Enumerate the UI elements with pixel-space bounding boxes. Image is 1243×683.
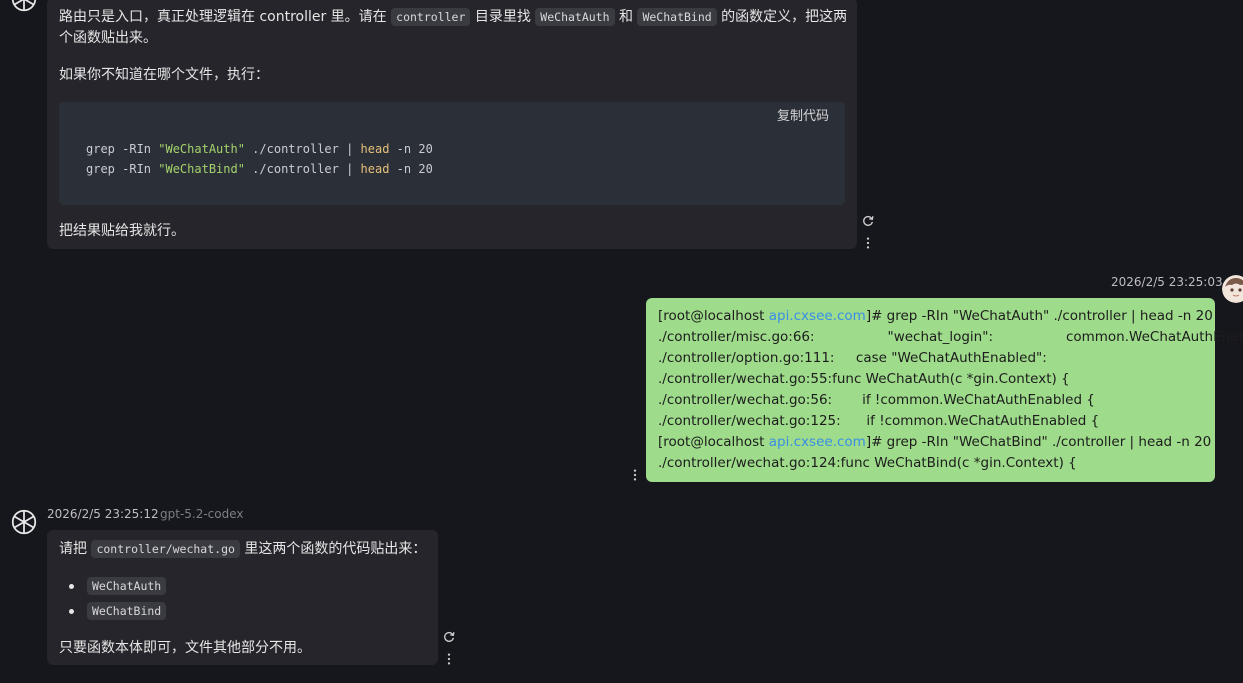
user-message-line: [root@localhost api.cxsee.com]# grep -RI… (658, 308, 1213, 324)
user-message: [root@localhost api.cxsee.com]# grep -RI… (646, 298, 1243, 482)
message-timestamp: 2026/2/5 23:25:12 (47, 507, 159, 521)
code-block: 复制代码 grep -RIn "WeChatAuth" ./controller… (59, 102, 845, 205)
text-segment: 路由只是入口，真正处理逻辑在 controller 里。请在 (59, 9, 392, 25)
list-item: WeChatAuth (69, 576, 167, 597)
inline-code: WeChatBind (87, 602, 167, 620)
message-paragraph: 把结果贴给我就行。 (59, 223, 185, 239)
user-message-line: [root@localhost api.cxsee.com]# grep -RI… (658, 434, 1212, 450)
inline-code: WeChatAuth (535, 8, 615, 26)
openai-logo-icon (11, 509, 37, 535)
more-vertical-icon[interactable] (861, 236, 875, 250)
assistant-message-1: 路由只是入口，真正处理逻辑在 controller 里。请在 controlle… (47, 0, 857, 249)
user-avatar-image (1222, 275, 1243, 303)
text-segment: 的函数定义，把这两 (716, 9, 848, 25)
message-paragraph: 个函数贴出来。 (59, 30, 157, 46)
list-item: WeChatBind (69, 601, 167, 622)
inline-code: controller/wechat.go (91, 540, 240, 558)
text-segment: 请把 (59, 541, 92, 557)
user-message-line: ./controller/option.go:111: case "WeChat… (658, 350, 1047, 366)
user-avatar[interactable] (1222, 275, 1243, 303)
inline-code: WeChatAuth (87, 577, 167, 595)
model-name: gpt-5.2-codex (160, 507, 244, 521)
user-message-line: ./controller/wechat.go:56: if !common.We… (658, 392, 1095, 408)
user-message-line: ./controller/wechat.go:124:func WeChatBi… (658, 455, 1077, 471)
regenerate-icon[interactable] (861, 214, 875, 228)
code-line: grep -RIn "WeChatBind" ./controller | he… (86, 162, 433, 176)
copy-code-button[interactable]: 复制代码 (777, 106, 829, 127)
hostname-link[interactable]: api.cxsee.com (769, 434, 866, 450)
chat-page: 路由只是入口，真正处理逻辑在 controller 里。请在 controlle… (0, 0, 1243, 683)
openai-logo-icon (11, 0, 37, 12)
text-segment: 目录里找 (470, 9, 536, 25)
inline-code: controller (391, 8, 471, 26)
user-message-line: ./controller/misc.go:66: "wechat_login":… (658, 329, 1243, 345)
user-message-line: ./controller/wechat.go:125: if !common.W… (658, 413, 1100, 429)
message-paragraph: 请把 controller/wechat.go 里这两个函数的代码贴出来： (59, 539, 426, 560)
more-vertical-icon[interactable] (442, 652, 456, 666)
hostname-link[interactable]: api.cxsee.com (769, 308, 866, 324)
message-paragraph: 路由只是入口，真正处理逻辑在 controller 里。请在 controlle… (59, 7, 847, 28)
user-message-line: ./controller/wechat.go:55:func WeChatAut… (658, 371, 1070, 387)
more-vertical-icon[interactable] (628, 468, 642, 482)
message-timestamp: 2026/2/5 23:25:03 (1111, 275, 1223, 289)
regenerate-icon[interactable] (442, 630, 456, 644)
message-paragraph: 如果你不知道在哪个文件，执行： (59, 67, 269, 83)
text-segment: 和 (614, 9, 638, 25)
text-segment: 里这两个函数的代码贴出来： (239, 541, 427, 557)
code-line: grep -RIn "WeChatAuth" ./controller | he… (86, 142, 433, 156)
assistant-message-2: 请把 controller/wechat.go 里这两个函数的代码贴出来： We… (47, 530, 438, 665)
message-paragraph: 只要函数本体即可，文件其他部分不用。 (59, 640, 311, 656)
inline-code: WeChatBind (637, 8, 717, 26)
